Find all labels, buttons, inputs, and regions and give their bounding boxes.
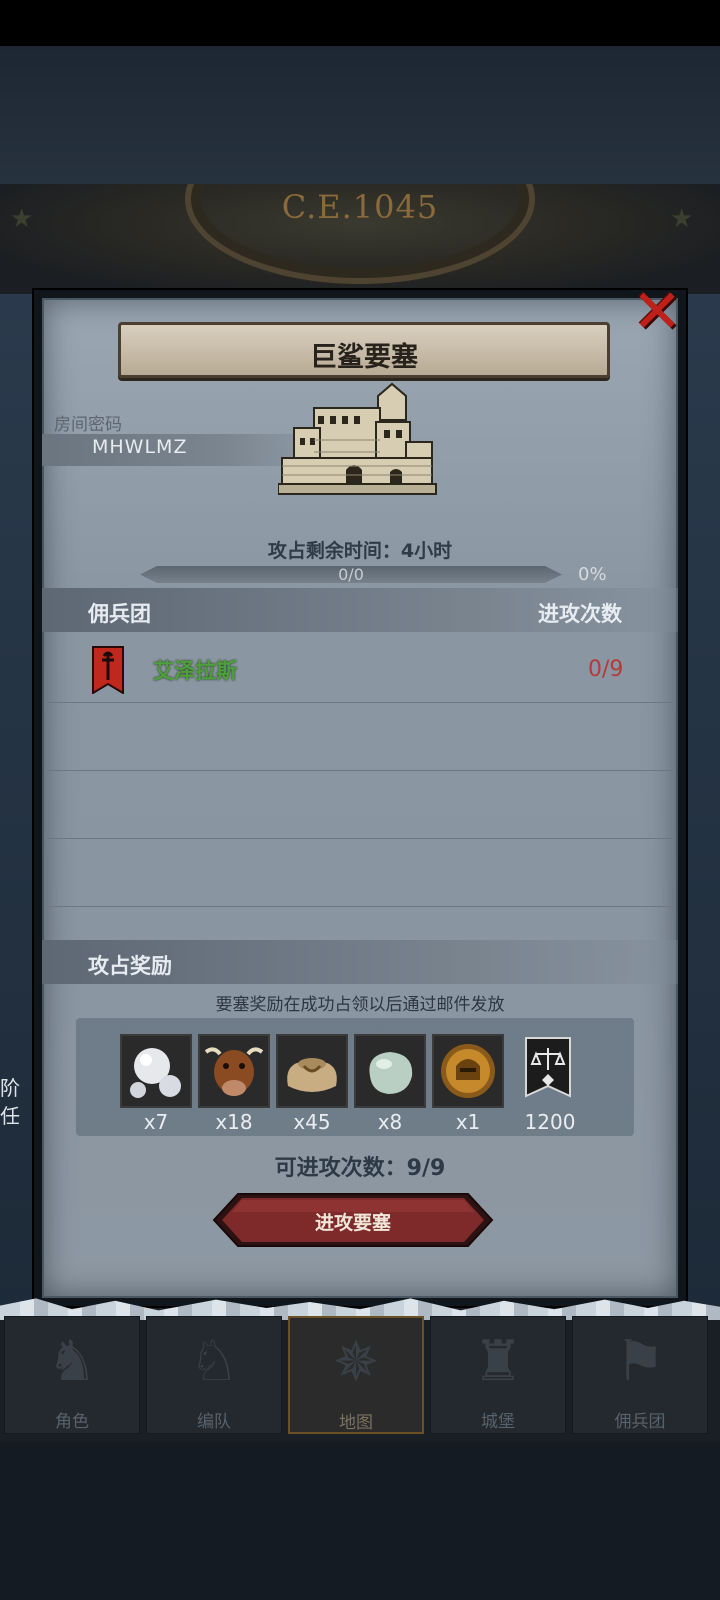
attack-count-header: 进攻次数 — [538, 602, 622, 626]
nav-tab-map[interactable]: ✵ 地图 — [288, 1316, 424, 1434]
status-bar — [0, 0, 720, 46]
nav-label: 佣兵团 — [614, 1412, 666, 1432]
reward-item-grain-sack[interactable] — [276, 1034, 348, 1108]
nav-label: 编队 — [197, 1412, 231, 1432]
capture-progress-count: 0/0 — [338, 565, 364, 584]
grain-sack-icon — [278, 1036, 346, 1106]
nav-tab-character[interactable]: ♞ 角色 — [4, 1316, 140, 1434]
attack-button-label: 进攻要塞 — [314, 1212, 391, 1234]
nav-tab-mercenary[interactable]: ⚑ 佣兵团 — [572, 1316, 708, 1434]
reward-count: 1200 — [524, 1110, 576, 1134]
bottom-backdrop — [0, 1442, 720, 1600]
jade-stone-icon — [356, 1036, 424, 1106]
mercenary-name[interactable]: 艾泽拉斯 — [153, 655, 237, 685]
capture-progress-percent: 0% — [578, 564, 607, 585]
nav-label: 城堡 — [481, 1412, 515, 1432]
fortress-castle-icon — [278, 382, 437, 495]
nav-tab-castle[interactable]: ♜ 城堡 — [430, 1316, 566, 1434]
reward-item-pearl[interactable] — [120, 1034, 192, 1108]
star-ornament-icon: ★ — [670, 204, 694, 234]
reward-count: x18 — [215, 1110, 253, 1134]
close-icon: ✕ — [632, 277, 683, 347]
knight-helmet-icon: ♞ — [46, 1329, 98, 1394]
remaining-attempts: 可进攻次数：9/9 — [274, 1156, 446, 1181]
mercenary-icon: ⚑ — [614, 1329, 666, 1394]
reward-note: 要塞奖励在成功占领以后通过邮件发放 — [215, 995, 505, 1015]
attack-fortress-button[interactable]: 进攻要塞 — [212, 1192, 494, 1248]
justice-flag-icon[interactable] — [524, 1036, 572, 1106]
cavalry-icon: ♘ — [188, 1329, 240, 1394]
close-button[interactable]: ✕ — [600, 280, 688, 350]
nav-label: 地图 — [339, 1413, 373, 1433]
room-password-label: 房间密码 — [54, 415, 122, 435]
nav-tab-formation[interactable]: ♘ 编队 — [146, 1316, 282, 1434]
left-peek-text: 阶 — [0, 1076, 20, 1100]
capture-time-remaining: 攻占剩余时间：4小时 — [267, 540, 453, 562]
mercenary-section-title: 佣兵团 — [88, 602, 151, 626]
reward-item-ox[interactable] — [198, 1034, 270, 1108]
mercenary-attack-count: 0/9 — [588, 657, 624, 682]
knight-medal-icon — [434, 1036, 502, 1106]
star-ornament-icon: ★ — [10, 204, 34, 234]
reward-item-knight-medal[interactable] — [432, 1034, 504, 1108]
left-peek-text: 任 — [0, 1104, 20, 1128]
reward-count: x45 — [293, 1110, 331, 1134]
pearl-icon — [122, 1036, 190, 1106]
nav-label: 角色 — [55, 1412, 89, 1432]
reward-count: x8 — [377, 1110, 403, 1134]
reward-item-jade-stone[interactable] — [354, 1034, 426, 1108]
reward-count: x7 — [143, 1110, 169, 1134]
fortress-title: 巨鲨要塞 — [310, 342, 418, 373]
reward-section-title: 攻占奖励 — [88, 954, 172, 978]
mercenary-banner-icon — [92, 646, 124, 694]
ox-icon — [200, 1036, 268, 1106]
row-divider — [46, 906, 674, 907]
room-password-value[interactable]: MHWLMZ — [92, 436, 187, 458]
row-divider — [46, 838, 674, 839]
row-divider — [46, 702, 674, 703]
castle-icon: ♜ — [472, 1329, 524, 1394]
reward-count: x1 — [455, 1110, 481, 1134]
top-backdrop — [0, 46, 720, 184]
title-banner: 巨鲨要塞 — [118, 322, 610, 378]
game-header: C.E.1045 ★ ★ — [0, 184, 720, 294]
row-divider — [46, 770, 674, 771]
year-label: C.E.1045 — [281, 188, 439, 226]
compass-icon: ✵ — [332, 1330, 380, 1395]
